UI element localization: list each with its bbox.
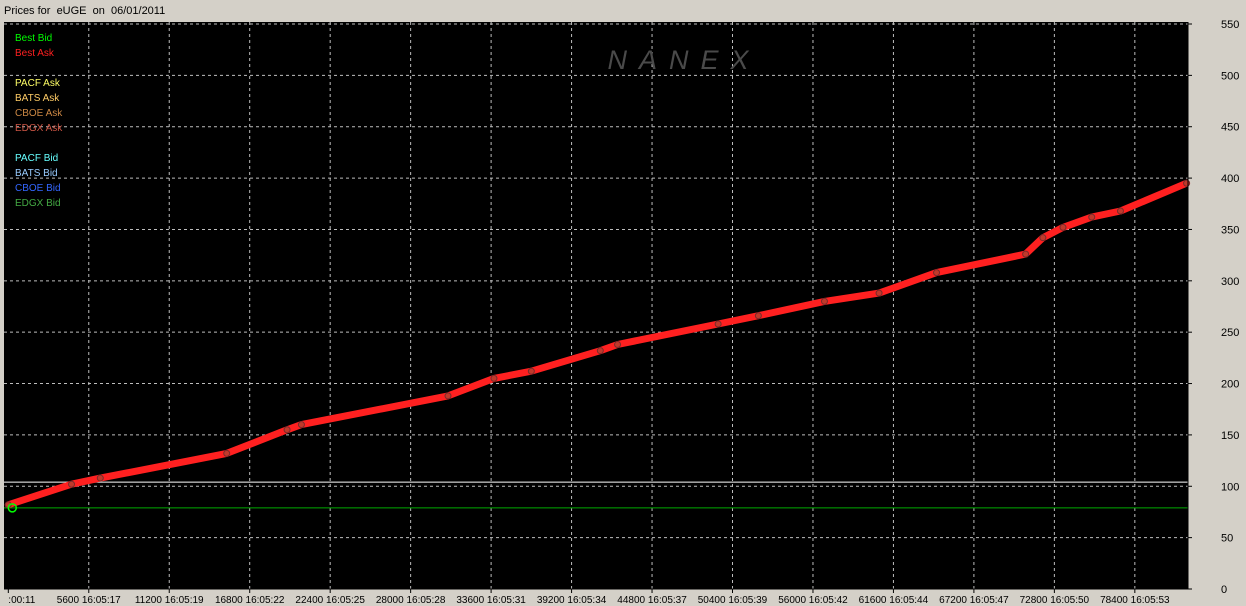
data-point bbox=[933, 269, 941, 277]
data-point bbox=[283, 426, 291, 434]
legend-item: CBOE Ask bbox=[15, 108, 63, 119]
x-tick-label: 16800 16:05:22 bbox=[215, 595, 285, 606]
legend-item: EDGX Ask bbox=[15, 123, 63, 134]
x-axis: :00:11 5600 16:05:17 11200 16:05:19 16800 1… bbox=[4, 588, 1188, 606]
x-tick-label: 67200 16:05:47 bbox=[939, 595, 1009, 606]
y-tick-label: 200 bbox=[1221, 379, 1239, 391]
data-point bbox=[444, 392, 452, 400]
legend-item: BATS Bid bbox=[15, 168, 58, 179]
data-point bbox=[1183, 179, 1191, 187]
x-tick-label: :00:11 bbox=[8, 595, 35, 606]
data-point bbox=[1088, 213, 1096, 221]
data-point bbox=[596, 347, 604, 355]
x-tick-label: 22400 16:05:25 bbox=[295, 595, 365, 606]
x-tick-label: 28000 16:05:28 bbox=[376, 595, 446, 606]
x-tick-label: 5600 16:05:17 bbox=[57, 595, 121, 606]
x-tick-label: 39200 16:05:34 bbox=[537, 595, 607, 606]
legend-item: BATS Ask bbox=[15, 93, 60, 104]
data-point bbox=[1059, 223, 1067, 231]
x-tick-label: 78400 16:05:53 bbox=[1100, 595, 1170, 606]
y-axis: 550500450400350300250200150100500 bbox=[1187, 19, 1239, 596]
data-point bbox=[297, 421, 305, 429]
legend-item: PACF Bid bbox=[15, 153, 58, 164]
x-tick-label: 50400 16:05:39 bbox=[698, 595, 768, 606]
y-tick-label: 250 bbox=[1221, 327, 1239, 339]
data-point bbox=[1039, 234, 1047, 242]
data-point bbox=[714, 320, 722, 328]
chart-window: Prices for eUGE on 06/01/2011 NANEX Best… bbox=[0, 0, 1246, 606]
data-point bbox=[820, 297, 828, 305]
data-point bbox=[754, 312, 762, 320]
y-tick-label: 0 bbox=[1221, 584, 1227, 596]
data-point bbox=[875, 289, 883, 297]
data-point bbox=[223, 449, 231, 457]
data-point bbox=[490, 374, 498, 382]
y-tick-label: 450 bbox=[1221, 122, 1239, 134]
data-point bbox=[614, 341, 622, 349]
x-tick-label: 61600 16:05:44 bbox=[859, 595, 929, 606]
x-tick-label: 11200 16:05:19 bbox=[135, 595, 204, 606]
legend-item: Best Bid bbox=[15, 33, 52, 44]
y-tick-label: 500 bbox=[1221, 70, 1239, 82]
data-point bbox=[68, 480, 76, 488]
plot-area bbox=[4, 22, 1188, 589]
legend-item: PACF Ask bbox=[15, 78, 61, 89]
data-point bbox=[527, 367, 535, 375]
x-tick-label: 33600 16:05:31 bbox=[456, 595, 526, 606]
data-point bbox=[1116, 207, 1124, 215]
y-tick-label: 150 bbox=[1221, 430, 1239, 442]
y-tick-label: 350 bbox=[1221, 224, 1239, 236]
x-tick-label: 56000 16:05:42 bbox=[778, 595, 848, 606]
legend-item: EDGX Bid bbox=[15, 198, 61, 209]
y-tick-label: 400 bbox=[1221, 173, 1239, 185]
legend-item: CBOE Bid bbox=[15, 183, 61, 194]
data-point bbox=[96, 474, 104, 482]
x-tick-label: 72800 16:05:50 bbox=[1020, 595, 1090, 606]
x-tick-label: 44800 16:05:37 bbox=[617, 595, 687, 606]
y-tick-label: 100 bbox=[1221, 481, 1239, 493]
legend-item: Best Ask bbox=[15, 48, 55, 59]
data-point bbox=[1022, 250, 1030, 258]
watermark: NANEX bbox=[607, 45, 760, 75]
y-tick-label: 550 bbox=[1221, 19, 1239, 31]
y-tick-label: 50 bbox=[1221, 533, 1233, 545]
price-chart: NANEX Best Bid Best Ask PACF Ask BATS Ask CB… bbox=[4, 19, 1239, 606]
y-tick-label: 300 bbox=[1221, 276, 1239, 288]
